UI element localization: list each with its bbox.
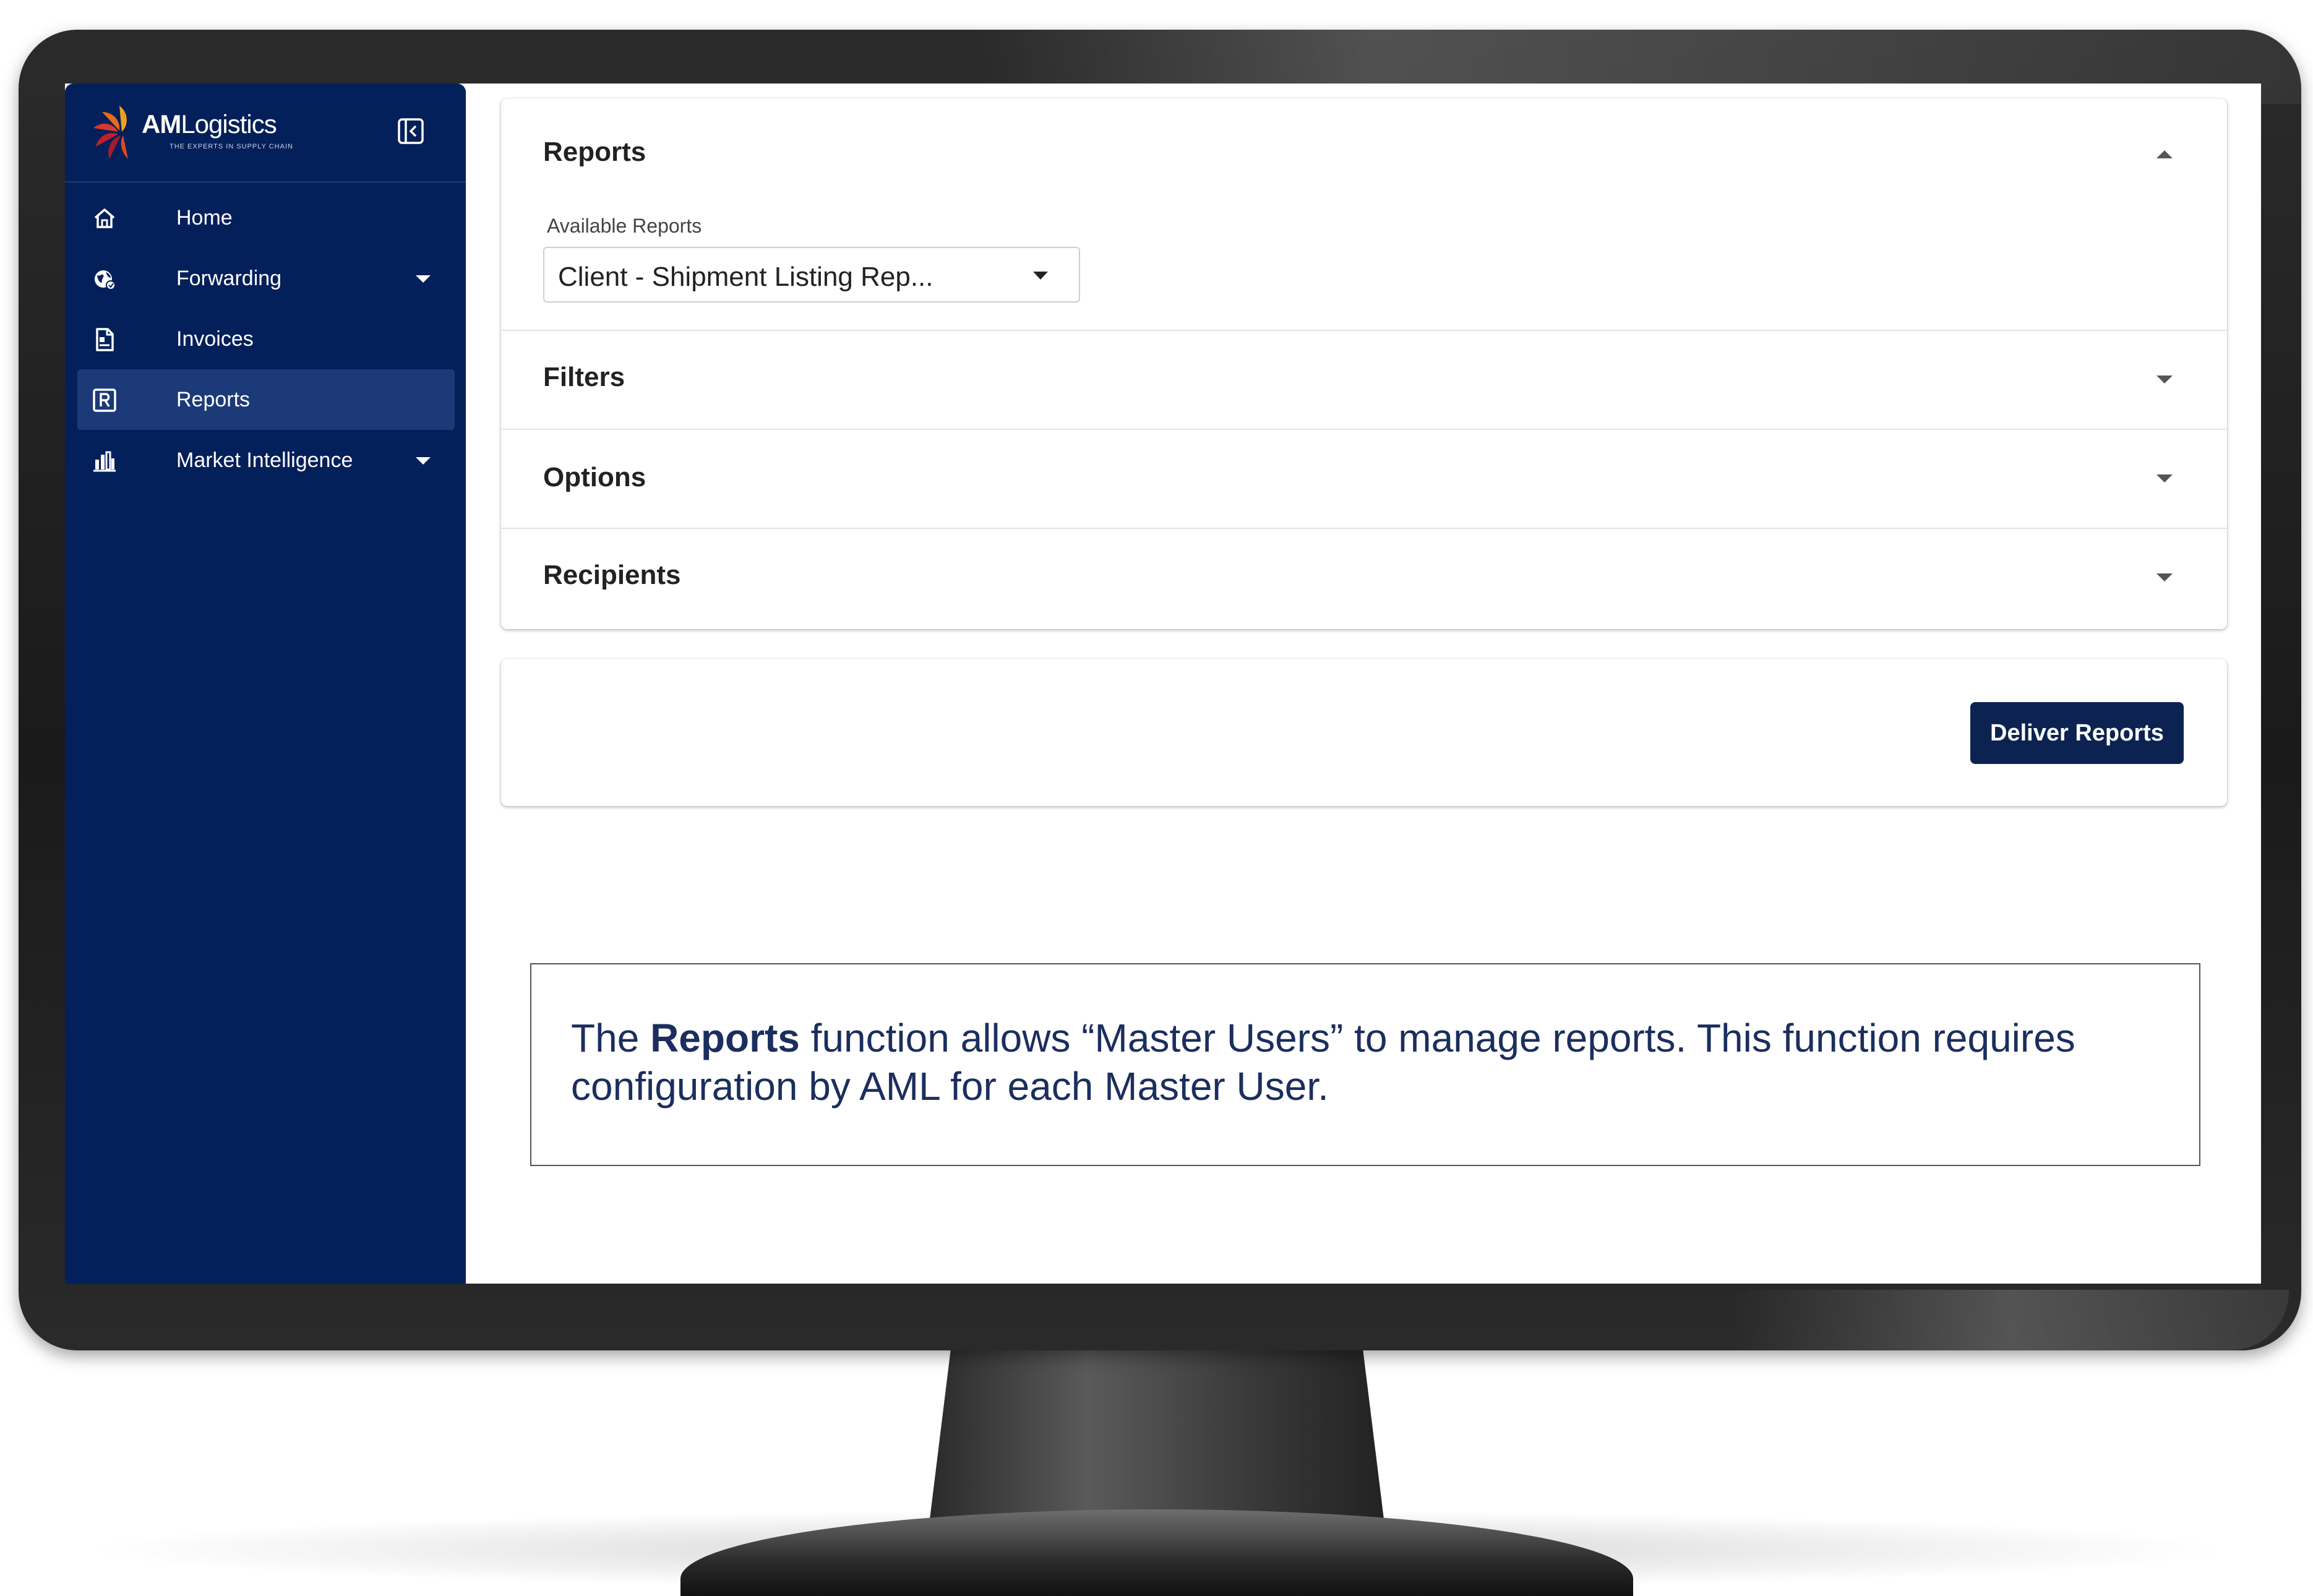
action-bar: Deliver Reports [501, 659, 2227, 806]
info-callout: The Reports function allows “Master User… [530, 963, 2200, 1166]
sidebar-item-home[interactable]: Home [77, 187, 455, 248]
monitor-screen: AMLogistics THE EXPERTS IN SUPPLY CHAIN … [65, 84, 2261, 1284]
logo-brand-bold: AM [142, 109, 181, 139]
selected-report-value: Client - Shipment Listing Rep... [558, 262, 933, 292]
logo-tagline: THE EXPERTS IN SUPPLY CHAIN [170, 143, 293, 150]
logo-text: AMLogistics [142, 109, 277, 139]
report-settings-panel: Reports Available Reports Client - Shipm… [501, 98, 2227, 629]
sidebar-item-label: Market Intelligence [176, 448, 353, 472]
options-section-title: Options [543, 462, 646, 492]
sidebar-item-reports[interactable]: Reports [77, 369, 455, 430]
sidebar-item-market-intelligence[interactable]: Market Intelligence [77, 430, 455, 491]
bar-chart-icon [93, 451, 116, 472]
chevron-down-icon[interactable] [416, 457, 431, 465]
collapse-sidebar-button[interactable] [397, 117, 425, 145]
options-section-header[interactable]: Options [501, 430, 2227, 528]
chevron-down-icon[interactable] [416, 275, 431, 283]
reports-section-header[interactable]: Reports [501, 98, 2227, 204]
available-reports-label: Available Reports [547, 215, 702, 237]
chevron-down-icon[interactable] [2156, 573, 2173, 581]
company-logo[interactable]: AMLogistics THE EXPERTS IN SUPPLY CHAIN [92, 101, 293, 169]
callout-bold-term: Reports [650, 1016, 800, 1060]
sidebar-item-label: Invoices [176, 327, 254, 351]
sidebar-nav: Home Forwarding Invoices Reports Market … [77, 187, 455, 491]
sidebar-item-invoices[interactable]: Invoices [77, 309, 455, 369]
chevron-up-icon[interactable] [2156, 150, 2173, 158]
sidebar-item-label: Home [176, 206, 233, 230]
recipients-section-header[interactable]: Recipients [501, 529, 2227, 628]
deliver-reports-button[interactable]: Deliver Reports [1970, 702, 2184, 764]
monitor-stand-neck [928, 1349, 1386, 1534]
reports-section-title: Reports [543, 137, 646, 167]
collapse-sidebar-icon [398, 118, 424, 144]
filters-section-title: Filters [543, 362, 625, 392]
logo-brand-light: Logistics [181, 109, 277, 139]
home-icon [94, 208, 115, 228]
sidebar: AMLogistics THE EXPERTS IN SUPPLY CHAIN … [65, 84, 466, 1284]
filters-section-header[interactable]: Filters [501, 331, 2227, 429]
chevron-down-icon[interactable] [2156, 375, 2173, 384]
sidebar-item-label: Reports [176, 388, 251, 411]
available-reports-select[interactable]: Client - Shipment Listing Rep... [543, 247, 1080, 302]
recipients-section-title: Recipients [543, 560, 681, 590]
globe-icon [95, 270, 116, 290]
callout-prefix: The [571, 1016, 651, 1060]
invoice-icon [96, 328, 114, 351]
sidebar-header: AMLogistics THE EXPERTS IN SUPPLY CHAIN [65, 84, 466, 182]
reports-icon [93, 388, 116, 412]
sidebar-item-forwarding[interactable]: Forwarding [77, 248, 455, 309]
logo-sun-icon [93, 106, 128, 159]
callout-text: The Reports function allows “Master User… [571, 1014, 2155, 1110]
dropdown-arrow-icon [1033, 272, 1048, 280]
sidebar-item-label: Forwarding [176, 267, 282, 290]
chevron-down-icon[interactable] [2156, 474, 2173, 483]
